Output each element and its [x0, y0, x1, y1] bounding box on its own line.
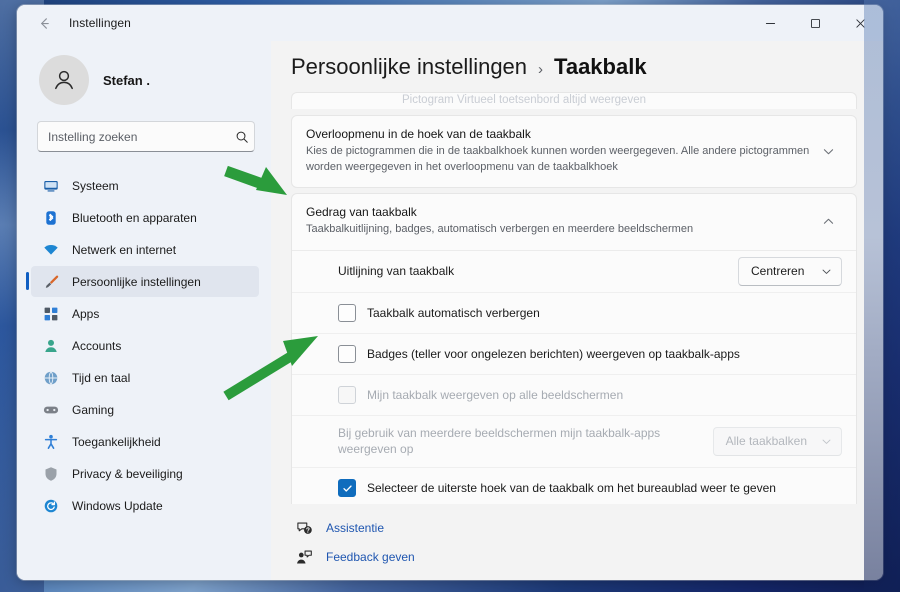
sidebar-item-label: Netwerk en internet: [72, 243, 176, 257]
chevron-down-icon: [821, 436, 832, 447]
sidebar-item-label: Gaming: [72, 403, 114, 417]
taskbar-show-desktop-row[interactable]: Selecteer de uiterste hoek van de taakba…: [292, 468, 856, 504]
sidebar-item-windows-update[interactable]: Windows Update: [31, 490, 259, 521]
title-bar: Instellingen: [17, 5, 883, 41]
sidebar-item-accounts[interactable]: Accounts: [31, 330, 259, 361]
feedback-link[interactable]: Feedback geven: [295, 548, 859, 566]
desktop-background: Instellingen: [0, 0, 900, 592]
taskbar-behavior-title: Gedrag van taakbalk: [306, 205, 814, 219]
sidebar-item-persoonlijke-instellingen[interactable]: Persoonlijke instellingen: [31, 266, 259, 297]
taskbar-autohide-row[interactable]: Taakbalk automatisch verbergen: [292, 293, 856, 334]
profile-name: Stefan .: [103, 73, 150, 88]
taskbar-alignment-value: Centreren: [751, 264, 804, 278]
sidebar-item-label: Windows Update: [72, 499, 163, 513]
window-title: Instellingen: [69, 16, 131, 30]
user-profile[interactable]: Stefan .: [29, 41, 259, 121]
sidebar-item-label: Accounts: [72, 339, 121, 353]
sidebar-item-gaming[interactable]: Gaming: [31, 394, 259, 425]
close-button[interactable]: [838, 5, 883, 41]
person-avatar-icon: [39, 55, 89, 105]
sidebar-item-label: Persoonlijke instellingen: [72, 275, 201, 289]
taskbar-multi-display-row: Bij gebruik van meerdere beeldschermen m…: [292, 416, 856, 468]
main-content: Persoonlijke instellingen › Taakbalk Pic…: [271, 41, 883, 580]
sidebar: Stefan .: [17, 41, 271, 580]
taskbar-multi-display-value: Alle taakbalken: [726, 434, 807, 448]
gamepad-icon: [42, 401, 59, 418]
paintbrush-icon: [42, 273, 59, 290]
taskbar-multi-display-label: Bij gebruik van meerdere beeldschermen m…: [338, 416, 713, 467]
taskbar-badges-label: Badges (teller voor ongelezen berichten)…: [367, 337, 842, 372]
shield-icon: [42, 465, 59, 482]
sidebar-item-netwerk-en-internet[interactable]: Netwerk en internet: [31, 234, 259, 265]
sidebar-item-tijd-en-taal[interactable]: Tijd en taal: [31, 362, 259, 393]
taskbar-show-desktop-checkbox[interactable]: [338, 479, 356, 497]
taskbar-alignment-label: Uitlijning van taakbalk: [338, 254, 738, 289]
feedback-person-icon: [295, 548, 313, 566]
bluetooth-icon: [42, 209, 59, 226]
sidebar-item-bluetooth-en-apparaten[interactable]: Bluetooth en apparaten: [31, 202, 259, 233]
sidebar-item-privacy-beveiliging[interactable]: Privacy & beveiliging: [31, 458, 259, 489]
taskbar-autohide-label: Taakbalk automatisch verbergen: [367, 296, 842, 331]
taskbar-behavior-header[interactable]: Gedrag van taakbalk Taakbalkuitlijning, …: [292, 194, 856, 251]
sidebar-item-label: Privacy & beveiliging: [72, 467, 183, 481]
apps-grid-icon: [42, 305, 59, 322]
search-box: [37, 121, 257, 152]
help-support-icon: [295, 519, 313, 537]
taskbar-badges-row[interactable]: Badges (teller voor ongelezen berichten)…: [292, 334, 856, 375]
clipped-setting-label: Pictogram Virtueel toetsenbord altijd we…: [292, 93, 856, 106]
sidebar-nav: Systeem Bluetooth en apparaten: [29, 170, 259, 521]
help-link[interactable]: Assistentie: [295, 519, 859, 537]
taskbar-alignment-row: Uitlijning van taakbalk Centreren: [292, 251, 856, 293]
sidebar-item-apps[interactable]: Apps: [31, 298, 259, 329]
taskbar-behavior-subtitle: Taakbalkuitlijning, badges, automatisch …: [306, 222, 814, 238]
minimize-button[interactable]: [748, 5, 793, 41]
sidebar-item-label: Apps: [72, 307, 99, 321]
overflow-corner-card[interactable]: Overloopmenu in de hoek van de taakbalk …: [291, 115, 857, 188]
taskbar-all-displays-row: Mijn taakbalk weergeven op alle beeldsch…: [292, 375, 856, 416]
breadcrumb-parent-link[interactable]: Persoonlijke instellingen: [291, 54, 527, 80]
chevron-down-icon: [821, 266, 832, 277]
help-link-label: Assistentie: [326, 521, 384, 535]
window-body: Stefan .: [17, 41, 883, 580]
sidebar-item-toegankelijkheid[interactable]: Toegankelijkheid: [31, 426, 259, 457]
breadcrumb-separator: ›: [538, 61, 543, 78]
taskbar-alignment-dropdown[interactable]: Centreren: [738, 257, 842, 286]
overflow-corner-header[interactable]: Overloopmenu in de hoek van de taakbalk …: [292, 116, 856, 187]
update-sync-icon: [42, 497, 59, 514]
taskbar-behavior-card: Gedrag van taakbalk Taakbalkuitlijning, …: [291, 193, 857, 504]
back-button[interactable]: [29, 8, 59, 38]
page-title: Taakbalk: [554, 54, 647, 80]
footer-links: Assistentie Feedback geven: [291, 504, 859, 580]
search-input[interactable]: [37, 121, 255, 152]
taskbar-behavior-texts: Gedrag van taakbalk Taakbalkuitlijning, …: [306, 205, 814, 238]
clipped-setting-card[interactable]: Pictogram Virtueel toetsenbord altijd we…: [291, 92, 857, 109]
taskbar-show-desktop-label: Selecteer de uiterste hoek van de taakba…: [367, 471, 842, 504]
sidebar-item-label: Tijd en taal: [72, 371, 130, 385]
sidebar-item-systeem[interactable]: Systeem: [31, 170, 259, 201]
wifi-icon: [42, 241, 59, 258]
breadcrumb: Persoonlijke instellingen › Taakbalk: [291, 41, 859, 92]
overflow-corner-title: Overloopmenu in de hoek van de taakbalk: [306, 127, 814, 141]
taskbar-badges-checkbox[interactable]: [338, 345, 356, 363]
window-caption-buttons: [748, 5, 883, 41]
overflow-corner-subtitle: Kies de pictogrammen die in de taakbalkh…: [306, 144, 814, 175]
account-icon: [42, 337, 59, 354]
globe-clock-icon: [42, 369, 59, 386]
taskbar-all-displays-checkbox: [338, 386, 356, 404]
overflow-corner-texts: Overloopmenu in de hoek van de taakbalk …: [306, 127, 814, 175]
settings-window: Instellingen: [17, 5, 883, 580]
settings-list: Pictogram Virtueel toetsenbord altijd we…: [291, 92, 859, 504]
taskbar-all-displays-label: Mijn taakbalk weergeven op alle beeldsch…: [367, 378, 842, 413]
feedback-link-label: Feedback geven: [326, 550, 415, 564]
chevron-up-icon[interactable]: [814, 208, 842, 236]
sidebar-item-label: Bluetooth en apparaten: [72, 211, 197, 225]
sidebar-item-label: Toegankelijkheid: [72, 435, 161, 449]
maximize-button[interactable]: [793, 5, 838, 41]
monitor-icon: [42, 177, 59, 194]
accessibility-icon: [42, 433, 59, 450]
chevron-down-icon[interactable]: [814, 137, 842, 165]
sidebar-item-label: Systeem: [72, 179, 119, 193]
taskbar-autohide-checkbox[interactable]: [338, 304, 356, 322]
taskbar-multi-display-dropdown: Alle taakbalken: [713, 427, 842, 456]
